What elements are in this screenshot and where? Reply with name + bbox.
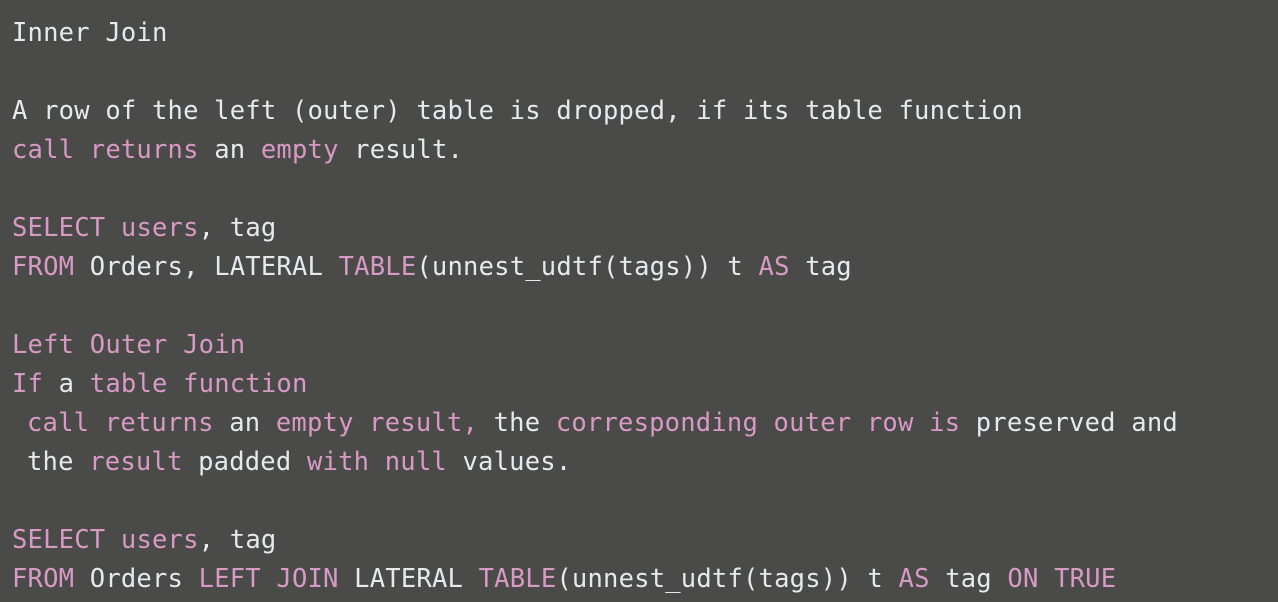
plain-token: a <box>43 369 90 399</box>
plain-token: tag <box>929 564 1008 594</box>
keyword-token: LEFT JOIN <box>198 564 339 594</box>
text-lines-container: Inner Join A row of the left (outer) tabl… <box>12 14 1278 599</box>
keyword-token: TABLE <box>338 252 417 282</box>
plain-token: Orders <box>74 564 199 594</box>
keyword-token: AS <box>898 564 930 594</box>
plain-token: preserved and <box>960 408 1178 438</box>
keyword-token: call returns <box>27 408 214 438</box>
plain-token: Orders, LATERAL <box>74 252 339 282</box>
text-line: If a table function <box>12 365 1278 404</box>
keyword-token: table function <box>89 369 308 399</box>
plain-token: , tag <box>198 213 277 243</box>
plain-token: values. <box>446 447 572 477</box>
keyword-token: with null <box>306 447 447 477</box>
plain-token: an <box>198 135 261 165</box>
text-line: call returns an empty result. <box>12 131 1278 170</box>
plain-token: A row of the left (outer) table is dropp… <box>12 96 1023 126</box>
keyword-token: FROM <box>12 252 75 282</box>
text-line: call returns an empty result, the corres… <box>12 404 1278 443</box>
keyword-token: empty result, <box>275 408 479 438</box>
plain-token: LATERAL <box>338 564 479 594</box>
keyword-token: users <box>120 525 199 555</box>
plain-token: tag <box>789 252 852 282</box>
plain-token: padded <box>182 447 307 477</box>
plain-token: (unnest_udtf(tags)) t <box>556 564 899 594</box>
keyword-token: Left Outer Join <box>12 330 246 360</box>
text-line: FROM Orders, LATERAL TABLE(unnest_udtf(t… <box>12 248 1278 287</box>
keyword-token: users <box>120 213 199 243</box>
plain-token: the <box>27 447 90 477</box>
keyword-token: If <box>12 369 44 399</box>
keyword-token: empty <box>260 135 339 165</box>
text-line: Left Outer Join <box>12 326 1278 365</box>
slide-content-area: Inner Join A row of the left (outer) tabl… <box>0 0 1278 602</box>
text-line: SELECT users, tag <box>12 521 1278 560</box>
keyword-token: ON TRUE <box>1007 564 1117 594</box>
text-line: A row of the left (outer) table is dropp… <box>12 92 1278 131</box>
plain-token: the <box>478 408 556 438</box>
keyword-token: FROM <box>12 564 75 594</box>
text-line: the result padded with null values. <box>12 443 1278 482</box>
plain-token: , tag <box>198 525 277 555</box>
keyword-token: SELECT <box>12 525 106 555</box>
plain-token: result. <box>338 135 464 165</box>
plain-token: (unnest_udtf(tags)) t <box>416 252 759 282</box>
text-line: Inner Join <box>12 14 1278 53</box>
keyword-token: AS <box>758 252 790 282</box>
keyword-token: TABLE <box>478 564 557 594</box>
keyword-token: corresponding outer row is <box>555 408 961 438</box>
plain-token: Inner Join <box>12 18 168 48</box>
keyword-token: SELECT <box>12 213 106 243</box>
keyword-token: result <box>89 447 183 477</box>
keyword-token: call returns <box>12 135 199 165</box>
plain-token: an <box>213 408 276 438</box>
text-line: FROM Orders LEFT JOIN LATERAL TABLE(unne… <box>12 560 1278 599</box>
text-line: SELECT users, tag <box>12 209 1278 248</box>
